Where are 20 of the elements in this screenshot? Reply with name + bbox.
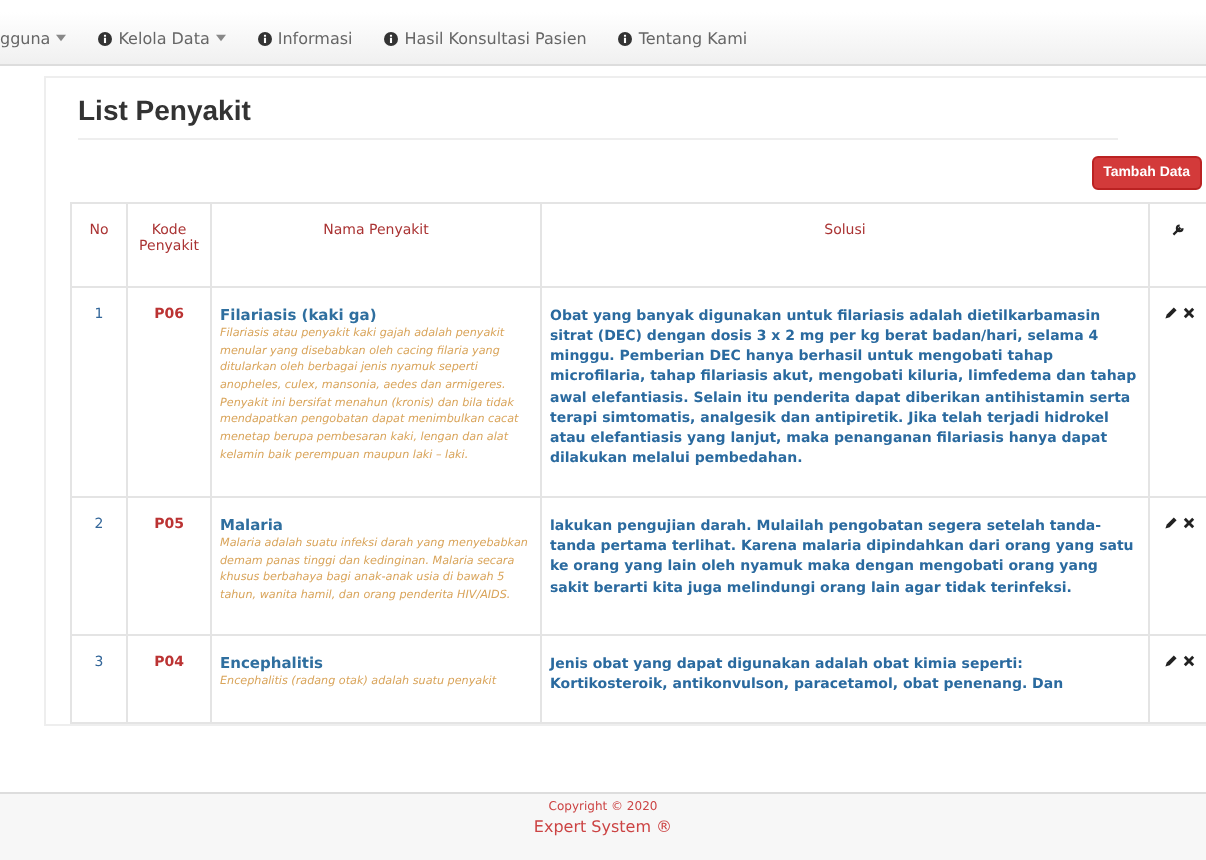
wrench-icon	[1172, 222, 1186, 236]
info-icon	[384, 31, 399, 45]
nav-item[interactable]: Tentang Kami	[618, 29, 748, 47]
caret-icon	[56, 34, 67, 42]
caret-icon	[215, 34, 226, 42]
info-icon	[257, 31, 272, 45]
info-icon	[98, 31, 113, 45]
pencil-icon[interactable]	[1163, 306, 1177, 320]
nav-item[interactable]: gguna	[0, 29, 67, 47]
nav-item[interactable]: Hasil Konsultasi Pasien	[384, 29, 587, 47]
nav-item[interactable]: Kelola Data	[98, 29, 226, 47]
pencil-icon[interactable]	[1163, 516, 1177, 531]
close-icon[interactable]	[1181, 306, 1195, 320]
pencil-icon[interactable]	[1163, 653, 1177, 668]
close-icon[interactable]	[1181, 516, 1195, 531]
info-icon	[618, 31, 633, 45]
close-icon[interactable]	[1181, 653, 1195, 668]
nav-item[interactable]: Informasi	[257, 29, 353, 47]
brand-text: Expert System ®	[531, 818, 675, 836]
page-title: List Penyakit	[78, 94, 1118, 140]
